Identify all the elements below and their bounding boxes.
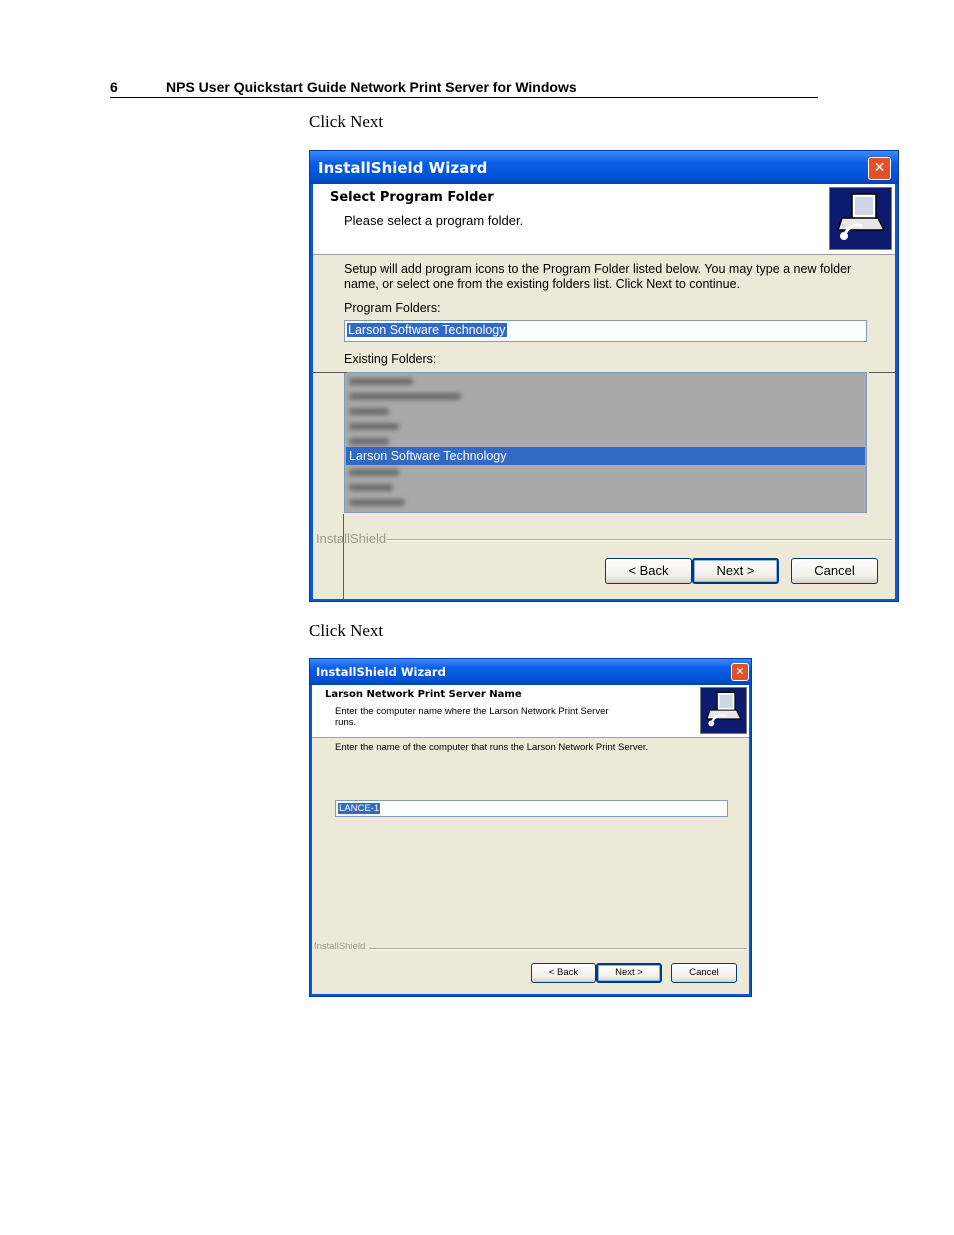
title-bar[interactable]: InstallShield Wizard ✕: [310, 151, 898, 184]
list-item[interactable]: [349, 469, 399, 476]
scan-artifact: [313, 372, 347, 373]
list-item[interactable]: [349, 423, 399, 430]
instruction-1: Click Next: [309, 112, 384, 131]
list-item[interactable]: [349, 499, 405, 506]
wizard-window-server-name: InstallShield Wizard ✕ Larson Network Pr…: [309, 658, 752, 997]
computer-name-value: LANCE-1: [338, 803, 381, 814]
next-button[interactable]: Next >: [596, 963, 662, 983]
program-folder-value: Larson Software Technology: [347, 323, 507, 337]
page-number: 6: [110, 79, 118, 95]
page-title: Select Program Folder: [330, 190, 494, 205]
window-title: InstallShield Wizard: [318, 159, 488, 177]
computer-setup-icon: [700, 687, 747, 734]
computer-name-input[interactable]: LANCE-1: [335, 800, 728, 817]
list-item[interactable]: [349, 438, 389, 445]
page-subtitle: Enter the computer name where the Larson…: [335, 706, 609, 728]
list-item[interactable]: [349, 378, 413, 385]
close-button[interactable]: ✕: [731, 663, 749, 681]
existing-folders-list[interactable]: Larson Software Technology: [344, 372, 867, 513]
back-button[interactable]: < Back: [531, 963, 596, 983]
wizard-window-select-folder: InstallShield Wizard ✕ Select Program Fo…: [309, 150, 899, 602]
wizard-header-panel: Larson Network Print Server Name Enter t…: [312, 685, 749, 738]
back-button[interactable]: < Back: [605, 558, 692, 584]
separator: [369, 948, 747, 950]
server-name-description: Enter the name of the computer that runs…: [335, 742, 649, 753]
separator: [387, 539, 892, 541]
window-title: InstallShield Wizard: [316, 665, 446, 679]
program-folder-input[interactable]: Larson Software Technology: [344, 320, 867, 342]
wizard-client: Larson Network Print Server Name Enter t…: [312, 685, 749, 994]
close-icon: ✕: [873, 160, 886, 176]
close-icon: ✕: [735, 665, 745, 678]
page-subtitle: Please select a program folder.: [344, 213, 524, 228]
list-item[interactable]: [349, 484, 393, 491]
installshield-brand: InstallShield: [316, 531, 387, 546]
next-button[interactable]: Next >: [692, 558, 779, 584]
wizard-client: Select Program Folder Please select a pr…: [313, 184, 895, 599]
scan-artifact: [343, 514, 344, 599]
list-item-selected[interactable]: Larson Software Technology: [346, 447, 865, 465]
computer-setup-icon: [829, 187, 892, 250]
program-folders-label: Program Folders:: [344, 301, 441, 315]
instruction-2: Click Next: [309, 621, 384, 640]
wizard-header-panel: Select Program Folder Please select a pr…: [313, 184, 895, 255]
cancel-button[interactable]: Cancel: [791, 558, 878, 584]
existing-folders-label: Existing Folders:: [344, 352, 437, 366]
running-title: NPS User Quickstart Guide Network Print …: [166, 79, 577, 95]
title-bar[interactable]: InstallShield Wizard ✕: [310, 659, 751, 685]
page-title: Larson Network Print Server Name: [325, 689, 522, 700]
page-header: 6 NPS User Quickstart Guide Network Prin…: [110, 78, 818, 98]
list-item[interactable]: [349, 408, 389, 415]
list-item[interactable]: [349, 393, 461, 400]
cancel-button[interactable]: Cancel: [671, 963, 737, 983]
installshield-brand: InstallShield: [314, 941, 366, 952]
scan-artifact: [869, 372, 895, 373]
close-button[interactable]: ✕: [868, 157, 891, 180]
setup-description: Setup will add program icons to the Prog…: [344, 262, 852, 291]
